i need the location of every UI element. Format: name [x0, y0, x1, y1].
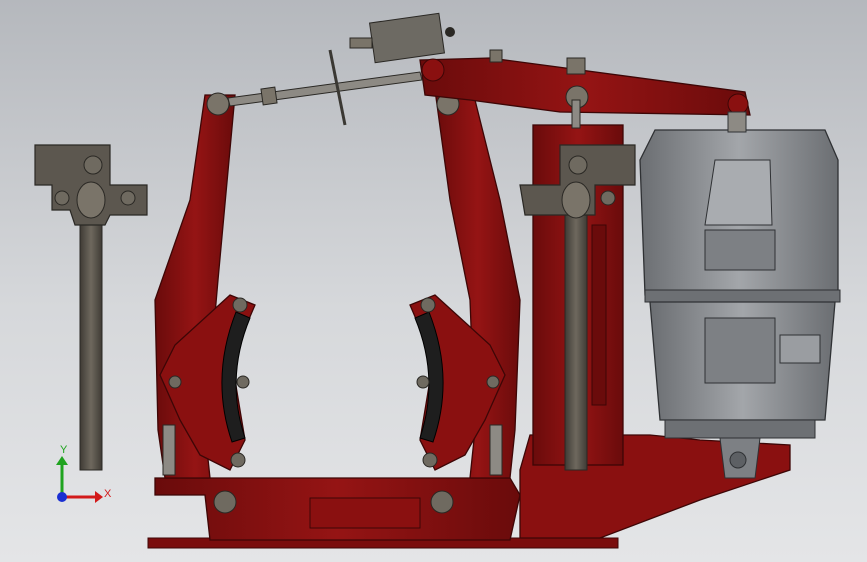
right-column[interactable]: [519, 99, 636, 471]
limit-switch[interactable]: [349, 12, 455, 64]
motor-top-stem: [727, 111, 747, 133]
base-pivot-left: [213, 490, 237, 514]
limit-switch-knob: [445, 27, 455, 37]
left-shoe-pin-bottom: [230, 452, 246, 468]
base-assembly[interactable]: [147, 434, 791, 549]
y-axis-arrowhead: [56, 456, 68, 465]
lever-adjust-nut: [566, 57, 586, 75]
right-brake-arm[interactable]: [409, 79, 521, 479]
limit-switch-body: [368, 12, 446, 64]
motor-terminal-box: [704, 317, 776, 384]
base-pivot-right: [430, 490, 454, 514]
right-shoe-pin-mid: [486, 375, 500, 389]
left-adjust-bolt: [162, 424, 176, 476]
z-axis-dot: [57, 492, 67, 502]
right-clamp-bolt-2: [600, 190, 616, 206]
right-adjust-bolt: [489, 424, 503, 476]
left-clamp-bolt-2: [54, 190, 70, 206]
left-shoe-pin-top: [232, 297, 248, 313]
left-shoe-pin-mid: [168, 375, 182, 389]
cad-viewport[interactable]: X Y: [0, 0, 867, 562]
motor-flange: [644, 289, 841, 303]
left-shoe-pin-mid-2: [236, 375, 250, 389]
right-shoe-pin-top: [420, 297, 436, 313]
motor-inner-panel: [704, 229, 776, 271]
lever-pivot-left: [421, 58, 445, 82]
left-clamp-bolt: [83, 155, 103, 175]
right-shoe-pin-bottom: [422, 452, 438, 468]
left-brake-arm[interactable]: [154, 92, 256, 479]
x-axis-label: X: [104, 488, 112, 500]
left-clamp-bolt-3: [120, 190, 136, 206]
lever-nut-small: [489, 49, 503, 63]
left-rod: [79, 194, 103, 471]
center-link: [309, 497, 421, 529]
motor-cable-gland: [779, 334, 821, 364]
left-guide-post[interactable]: [34, 144, 148, 471]
left-arm-top-pin: [206, 92, 230, 116]
tie-rod-nut: [260, 86, 278, 106]
right-clamp-bolt: [568, 155, 588, 175]
tie-rod: [227, 71, 423, 107]
right-rod-collar: [561, 181, 591, 219]
right-rod: [564, 204, 588, 471]
left-rod-collar: [76, 181, 106, 219]
right-shoe-pin-mid-2: [416, 375, 430, 389]
y-axis-label: Y: [60, 444, 68, 456]
x-axis-arrowhead: [95, 491, 103, 503]
column-top-rod: [571, 99, 581, 129]
motor-base-ring: [664, 419, 816, 439]
motor-mount-pin: [729, 451, 747, 469]
thruster-motor[interactable]: [639, 111, 841, 479]
lever-pivot-right: [727, 93, 749, 115]
motor-window: [704, 159, 773, 226]
limit-switch-plunger: [349, 37, 373, 49]
column-slot: [591, 224, 607, 406]
